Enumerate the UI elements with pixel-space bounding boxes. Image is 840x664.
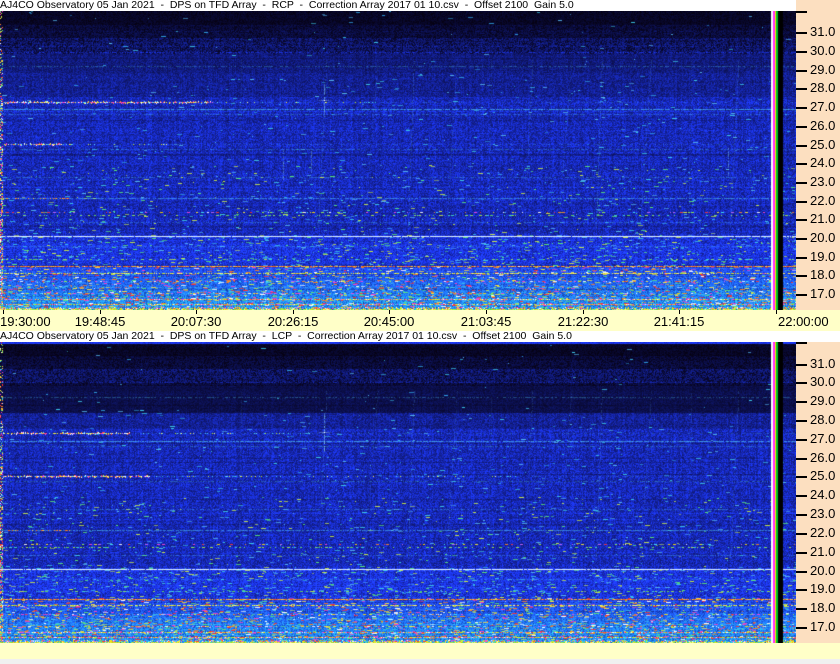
freq-tick-label: 21.0 xyxy=(810,211,836,226)
freq-tick-label: 28.0 xyxy=(810,80,836,95)
time-tick xyxy=(776,310,777,314)
freq-tick-label: 23.0 xyxy=(810,174,836,189)
time-tick-label: 20:26:15 xyxy=(267,314,319,329)
freq-tick-label: 21.0 xyxy=(810,544,836,559)
freq-tick xyxy=(796,51,807,53)
freq-tick xyxy=(796,275,807,277)
freq-tick-label: 18.0 xyxy=(810,267,836,282)
freq-tick xyxy=(796,163,807,165)
freq-tick xyxy=(796,364,807,366)
freq-tick xyxy=(796,401,807,403)
freq-tick xyxy=(796,238,807,240)
freq-tick-label: 28.0 xyxy=(810,412,836,427)
freq-tick xyxy=(796,589,807,591)
freq-tick xyxy=(796,201,807,203)
freq-tick xyxy=(796,533,807,535)
freq-tick xyxy=(796,257,807,259)
panel-rcp-title-row: AJ4CO Observatory 05 Jan 2021 - DPS on T… xyxy=(0,0,840,11)
window-edge xyxy=(0,659,840,664)
bottom-time-axis-strip xyxy=(0,643,840,659)
freq-tick-label: 31.0 xyxy=(810,24,836,39)
freq-tick-label: 19.0 xyxy=(810,581,836,596)
freq-tick-label: 19.0 xyxy=(810,249,836,264)
freq-tick-label: 18.0 xyxy=(810,600,836,615)
time-tick-label: 19:48:45 xyxy=(74,314,126,329)
freq-tick-label: 27.0 xyxy=(810,99,836,114)
freq-tick-label: 17.0 xyxy=(810,286,836,301)
spectrograph-window: AJ4CO Observatory 05 Jan 2021 - DPS on T… xyxy=(0,0,840,664)
time-tick-label: 22:00:00 xyxy=(778,314,829,329)
freq-tick-label: 24.0 xyxy=(810,155,836,170)
time-tick-label: 20:45:00 xyxy=(363,314,415,329)
freq-tick xyxy=(796,439,807,441)
freq-tick-label: 31.0 xyxy=(810,356,836,371)
freq-tick xyxy=(796,70,807,72)
frequency-axis-lcp: 31.0 30.0 29.0 28.0 27.0 26.0 25.0 24.0 23.0 22.0… xyxy=(796,342,840,643)
panel-title-lcp: AJ4CO Observatory 05 Jan 2021 - DPS on T… xyxy=(0,331,840,342)
freq-tick xyxy=(796,145,807,147)
time-tick-label: 21:41:15 xyxy=(653,314,705,329)
freq-tick xyxy=(796,182,807,184)
time-tick-label: 21:22:30 xyxy=(557,314,609,329)
freq-tick xyxy=(796,88,807,90)
spectrogram-area-rcp: 31.0 30.0 29.0 28.0 27.0 26.0 25.0 24.0 23.0 22.0… xyxy=(0,11,840,310)
freq-tick xyxy=(796,420,807,422)
freq-tick xyxy=(796,126,807,128)
freq-tick xyxy=(796,495,807,497)
panel-lcp: AJ4CO Observatory 05 Jan 2021 - DPS on T… xyxy=(0,331,840,664)
freq-tick-label: 29.0 xyxy=(810,62,836,77)
freq-tick-label: 23.0 xyxy=(810,506,836,521)
time-tick-label: 21:03:45 xyxy=(460,314,512,329)
freq-tick-label: 25.0 xyxy=(810,137,836,152)
freq-tick-label: 20.0 xyxy=(810,230,836,245)
freq-tick xyxy=(796,294,807,296)
freq-tick-label: 26.0 xyxy=(810,118,836,133)
freq-tick xyxy=(796,627,807,629)
spectrogram-canvas-lcp[interactable] xyxy=(0,342,796,643)
panel-title-rcp: AJ4CO Observatory 05 Jan 2021 - DPS on T… xyxy=(0,0,796,11)
freq-tick-label: 30.0 xyxy=(810,43,836,58)
freq-tick xyxy=(796,32,807,34)
freq-tick xyxy=(796,382,807,384)
freq-tick-label: 20.0 xyxy=(810,563,836,578)
freq-tick xyxy=(796,514,807,516)
freq-tick xyxy=(796,552,807,554)
freq-tick-label: 26.0 xyxy=(810,450,836,465)
freq-tick xyxy=(796,608,807,610)
freq-tick xyxy=(796,476,807,478)
freq-axis-top-tick xyxy=(796,11,807,13)
freq-tick xyxy=(796,219,807,221)
freq-tick-label: 30.0 xyxy=(810,374,836,389)
spectrogram-area-lcp: 31.0 30.0 29.0 28.0 27.0 26.0 25.0 24.0 23.0 22.0… xyxy=(0,342,840,643)
freq-tick-label: 29.0 xyxy=(810,393,836,408)
freq-tick-label: 27.0 xyxy=(810,431,836,446)
freq-tick-label: 24.0 xyxy=(810,487,836,502)
freq-tick-label: 22.0 xyxy=(810,525,836,540)
freq-tick-label: 22.0 xyxy=(810,193,836,208)
freq-tick xyxy=(796,458,807,460)
freq-tick-label: 17.0 xyxy=(810,619,836,634)
panel-lcp-title-row: AJ4CO Observatory 05 Jan 2021 - DPS on T… xyxy=(0,331,840,342)
spectrogram-canvas-rcp[interactable] xyxy=(0,11,796,310)
panel-rcp: AJ4CO Observatory 05 Jan 2021 - DPS on T… xyxy=(0,0,840,331)
time-tick-label: 19:30:00 xyxy=(0,314,51,329)
freq-axis-top-tick xyxy=(796,342,807,344)
time-tick-label: 20:07:30 xyxy=(170,314,222,329)
frequency-axis-rcp: 31.0 30.0 29.0 28.0 27.0 26.0 25.0 24.0 23.0 22.0… xyxy=(796,11,840,310)
time-axis: 19:30:00 19:48:45 20:07:30 20:26:15 20:45:00… xyxy=(0,310,840,331)
freq-tick xyxy=(796,571,807,573)
freq-tick-label: 25.0 xyxy=(810,468,836,483)
freq-tick xyxy=(796,107,807,109)
freq-axis-cap-rcp xyxy=(796,0,840,11)
